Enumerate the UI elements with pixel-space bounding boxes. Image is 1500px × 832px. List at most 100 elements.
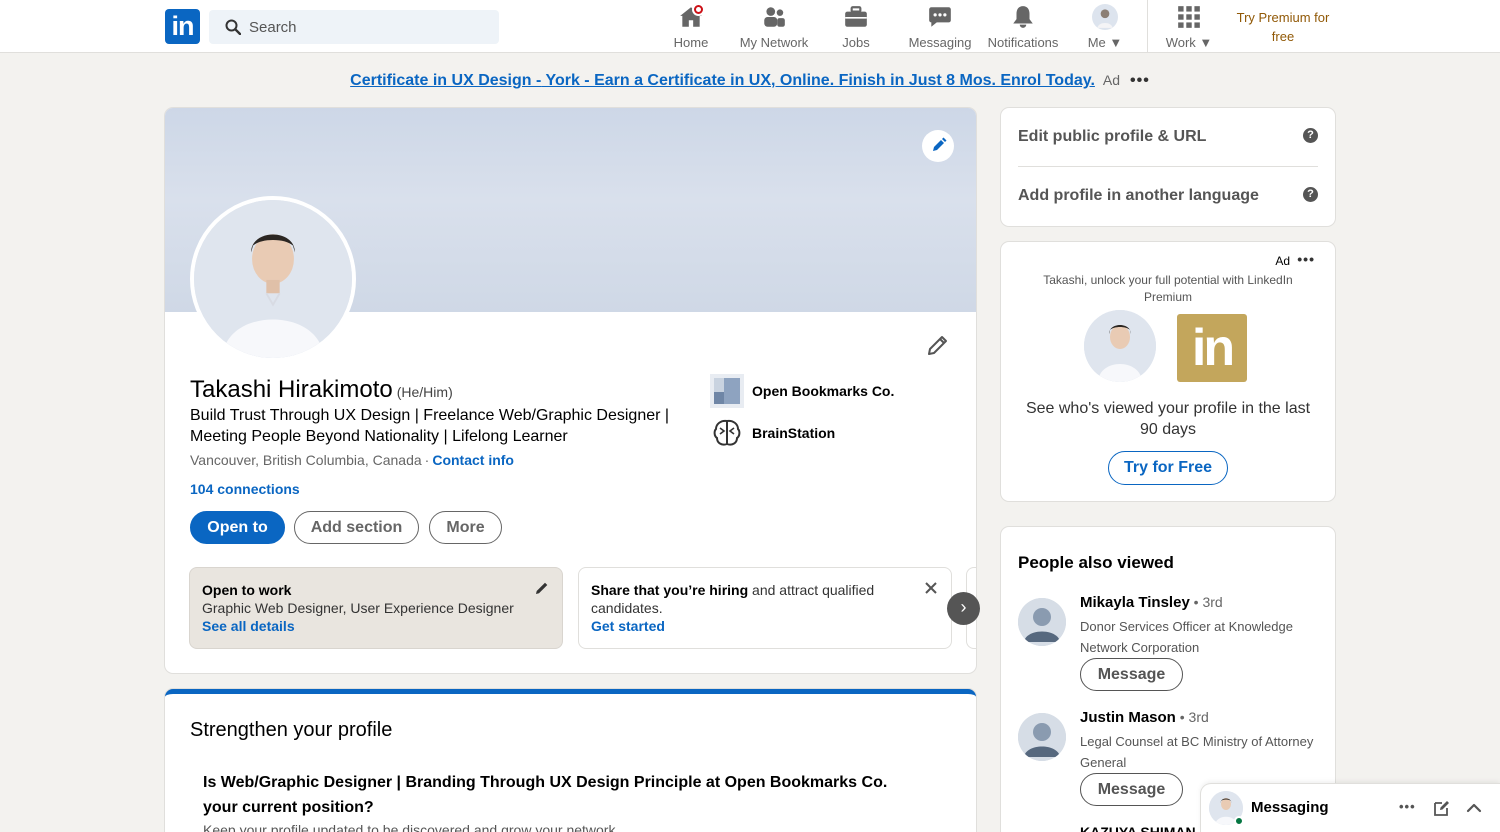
edit-public-profile-label: Edit public profile & URL	[1018, 128, 1207, 145]
chat-icon	[929, 7, 951, 27]
separator: ·	[424, 452, 430, 468]
compose-icon[interactable]	[1433, 799, 1451, 817]
contact-info-link[interactable]: Contact info	[432, 452, 514, 468]
person-name[interactable]: Justin Mason • 3rd	[1080, 709, 1209, 726]
ad-link[interactable]: Certificate in UX Design -	[350, 72, 541, 89]
edit-public-profile-link[interactable]: Edit public profile & URL	[1018, 128, 1318, 146]
try-for-free-button[interactable]: Try for Free	[1108, 451, 1228, 485]
profile-photo[interactable]	[190, 196, 356, 362]
ad-banner: Certificate in UX Design - York - Earn a…	[0, 72, 1500, 90]
profile-name: Takashi Hirakimoto (He/Him)	[190, 376, 453, 404]
add-language-label: Add profile in another language	[1018, 187, 1259, 204]
messaging-dock[interactable]: Messaging •••	[1201, 784, 1500, 832]
ad-label: Ad	[1275, 254, 1290, 268]
ad-text[interactable]: York - Earn a Certificate in UX, Online.…	[541, 72, 1094, 89]
hiring-text: Share that you’re hiring and attract qua…	[591, 581, 939, 617]
divider	[1018, 166, 1318, 167]
chevron-down-icon: ▼	[1109, 35, 1123, 50]
add-language-profile-link[interactable]: Add profile in another language	[1018, 187, 1318, 205]
profile-headline: Build Trust Through UX Design | Freelanc…	[190, 407, 670, 445]
nav-work[interactable]: Work ▼	[1163, 4, 1215, 52]
avatar[interactable]	[1018, 598, 1066, 646]
nav-work-label: Work ▼	[1165, 35, 1213, 50]
nav-notifications-label: Notifications	[987, 35, 1059, 50]
search-bar[interactable]	[209, 10, 499, 44]
premium-ad-card: Ad ••• Takashi, unlock your full potenti…	[1001, 242, 1335, 501]
hiring-bold-text: Share that you’re hiring	[591, 582, 749, 598]
ad-more-icon[interactable]: •••	[1130, 72, 1150, 89]
strengthen-profile-card: Strengthen your profile Is Web/Graphic D…	[165, 689, 976, 832]
network-icon	[764, 7, 785, 27]
notification-badge	[692, 3, 705, 16]
more-options-icon[interactable]: •••	[1399, 799, 1417, 817]
nav-jobs[interactable]: Jobs	[832, 4, 880, 52]
user-avatar-image	[1084, 310, 1156, 382]
grid-icon	[1178, 6, 1200, 28]
premium-link-line2: free	[1271, 29, 1295, 44]
profile-photo-image	[194, 200, 352, 358]
ad-label: Ad	[1102, 72, 1121, 88]
see-who-viewed-text: See who's viewed your profile in the las…	[1025, 400, 1311, 438]
nav-home[interactable]: Home	[667, 3, 715, 52]
person-name-partial[interactable]: KAZUYA SHIMAN	[1080, 824, 1196, 832]
open-to-button[interactable]: Open to	[190, 511, 285, 544]
edit-banner-button[interactable]	[922, 130, 954, 162]
help-icon[interactable]: ?	[1303, 128, 1318, 143]
help-icon[interactable]: ?	[1303, 187, 1318, 202]
nav-divider	[1147, 0, 1148, 53]
strengthen-question: Is Web/Graphic Designer | Branding Throu…	[203, 774, 888, 816]
person-role: Legal Counsel at BC Ministry of Attorney…	[1080, 734, 1314, 770]
person-name-text: Mikayla Tinsley	[1080, 594, 1190, 611]
see-all-details-link[interactable]: See all details	[202, 617, 550, 635]
open-to-work-details: Graphic Web Designer, User Experience De…	[202, 600, 514, 616]
search-icon	[225, 19, 241, 35]
avatar[interactable]	[1018, 713, 1066, 761]
nav-messaging[interactable]: Messaging	[906, 4, 974, 52]
nav-me[interactable]: Me ▼	[1085, 4, 1125, 52]
pronouns: (He/Him)	[396, 384, 453, 400]
open-to-work-card[interactable]: Open to work Graphic Web Designer, User …	[189, 567, 563, 649]
nav-messaging-label: Messaging	[908, 35, 972, 50]
pencil-icon[interactable]	[534, 580, 550, 596]
connection-degree: • 3rd	[1189, 594, 1223, 610]
company-name: Open Bookmarks Co.	[752, 383, 895, 399]
premium-link-line1: Try Premium for	[1236, 10, 1330, 25]
person-name[interactable]: Mikayla Tinsley • 3rd	[1080, 594, 1223, 611]
location-text: Vancouver, British Columbia, Canada	[190, 452, 422, 468]
linkedin-logo[interactable]: in	[165, 9, 200, 44]
avatar	[1092, 4, 1118, 30]
connection-degree: • 3rd	[1175, 709, 1209, 725]
premium-promo-text: Takashi, unlock your full potential with…	[1043, 273, 1293, 304]
message-button[interactable]: Message	[1080, 658, 1183, 691]
close-icon[interactable]	[923, 580, 939, 596]
person-placeholder-icon	[1018, 598, 1066, 646]
more-button[interactable]: More	[429, 511, 502, 544]
user-avatar	[1084, 310, 1156, 382]
strengthen-title: Strengthen your profile	[190, 719, 393, 741]
add-section-button[interactable]: Add section	[294, 511, 419, 544]
linkedin-premium-logo: in	[1177, 314, 1247, 382]
connections-link[interactable]: 104 connections	[190, 481, 300, 497]
profile-settings-card: Edit public profile & URL ? Add profile …	[1001, 108, 1335, 226]
profile-location: Vancouver, British Columbia, Canada · Cont…	[190, 452, 514, 468]
message-button[interactable]: Message	[1080, 773, 1183, 806]
edit-intro-pencil-icon[interactable]	[925, 332, 951, 358]
brain-icon	[713, 419, 741, 446]
hiring-card[interactable]: Share that you’re hiring and attract qua…	[578, 567, 952, 649]
person-role: Donor Services Officer at Knowledge Netw…	[1080, 619, 1293, 655]
more-options-icon[interactable]: •••	[1297, 251, 1315, 267]
nav-notifications[interactable]: Notifications	[984, 4, 1062, 52]
chevron-right-icon: ›	[960, 597, 967, 617]
nav-my-network[interactable]: My Network	[737, 4, 811, 52]
messaging-title: Messaging	[1251, 799, 1329, 816]
search-input[interactable]	[249, 10, 489, 44]
chevron-up-icon[interactable]	[1465, 799, 1483, 817]
bell-icon	[1013, 6, 1033, 28]
top-navigation-bar: in Home My Network Jobs	[0, 0, 1500, 53]
carousel-next-button[interactable]: ›	[947, 592, 980, 625]
profile-card: Takashi Hirakimoto (He/Him) Build Trust T…	[165, 108, 976, 673]
get-started-link[interactable]: Get started	[591, 617, 939, 635]
nav-my-network-label: My Network	[739, 35, 809, 50]
try-premium-link[interactable]: Try Premium for free	[1230, 8, 1336, 46]
strengthen-subtext: Keep your profile updated to be discover…	[203, 822, 616, 832]
